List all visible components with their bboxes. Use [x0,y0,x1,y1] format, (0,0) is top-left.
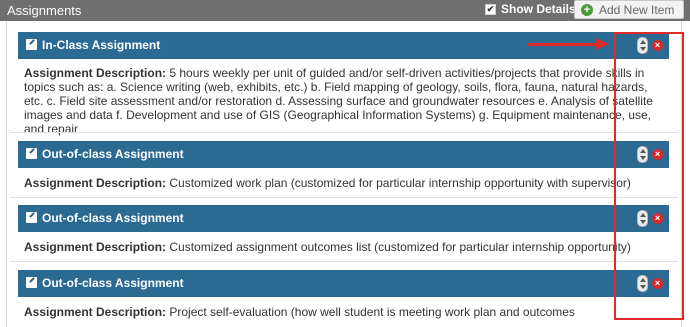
description-label: Assignment Description: [24,66,167,80]
assignment-description-3: Assignment Description: Customized assig… [24,240,664,254]
panel-left-border [6,21,7,327]
edit-icon[interactable] [26,212,37,223]
show-details-toggle[interactable]: ✔ Show Details [485,2,576,16]
checkbox-checked-icon[interactable]: ✔ [485,3,496,15]
assignment-description-1: Assignment Description: 5 hours weekly p… [24,66,664,136]
description-text: Customized assignment outcomes list (cus… [169,240,631,254]
divider [10,261,678,262]
edit-icon[interactable] [26,39,37,50]
assignment-header-3[interactable]: Out-of-class Assignment × [18,205,669,232]
description-label: Assignment Description: [24,240,167,254]
description-text: Customized work plan (customized for par… [169,176,631,190]
assignment-title: Out-of-class Assignment [42,211,184,225]
assignment-title: Out-of-class Assignment [42,276,184,290]
panel-title: Assignments [7,3,82,18]
plus-icon: + [581,3,593,16]
divider [10,197,678,198]
assignment-title: Out-of-class Assignment [42,147,184,161]
add-new-item-button[interactable]: + Add New Item [574,0,684,19]
divider [10,132,678,133]
add-new-item-label: Add New Item [599,2,675,17]
assignment-header-4[interactable]: Out-of-class Assignment × [18,270,669,297]
panel-header: Assignments ✔ Show Details + Add New Ite… [0,0,690,21]
assignment-description-2: Assignment Description: Customized work … [24,176,664,190]
assignment-title: In-Class Assignment [42,38,161,52]
assignment-header-2[interactable]: Out-of-class Assignment × [18,141,669,168]
edit-icon[interactable] [26,277,37,288]
description-text: Project self-evaluation (how well studen… [169,305,575,319]
assignment-description-4: Assignment Description: Project self-eva… [24,305,664,319]
annotation-arrow-head [595,38,609,50]
annotation-highlight-box [614,32,684,320]
edit-icon[interactable] [26,148,37,159]
show-details-label: Show Details [501,2,576,16]
description-label: Assignment Description: [24,305,167,319]
description-label: Assignment Description: [24,176,167,190]
annotation-arrow [527,43,597,46]
